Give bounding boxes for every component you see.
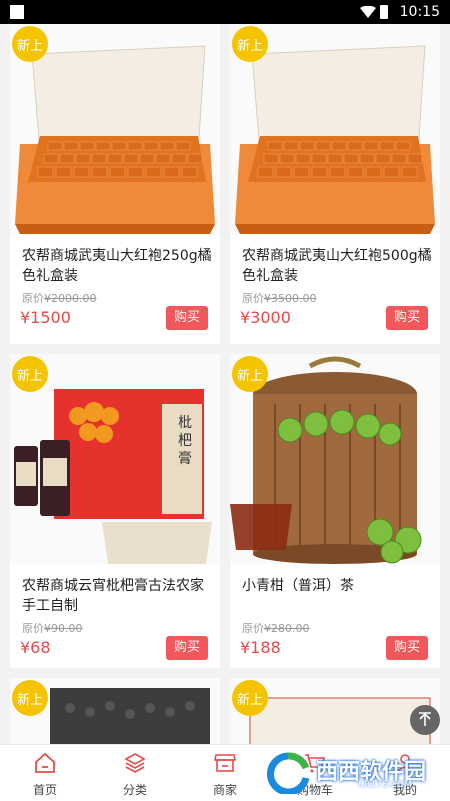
- product-card[interactable]: 新上: [10, 678, 220, 744]
- back-to-top-button[interactable]: [410, 705, 440, 735]
- new-badge: 新上: [12, 356, 48, 392]
- battery-icon: [380, 5, 388, 19]
- watermark-logo-icon: [266, 752, 310, 794]
- tab-label: 首页: [32, 783, 57, 797]
- product-card[interactable]: 新上 小青柑（普洱）茶 原价¥280.00 ¥188 购买: [230, 354, 440, 668]
- status-bar: 10:15: [0, 0, 450, 24]
- product-card[interactable]: 新上: [230, 678, 440, 744]
- sale-price: ¥188: [240, 638, 281, 657]
- store-icon: [214, 754, 236, 772]
- watermark-subtext: CR173.COM: [358, 780, 412, 790]
- product-title[interactable]: 农帮商城武夷山大红袍500g橘色礼盒装: [242, 246, 432, 286]
- syrup-box-label: 枇杷膏: [178, 415, 192, 467]
- product-grid[interactable]: 新上 农帮商城武夷山大红袍250g橘色礼盒装 原价¥2000.00 ¥1500 …: [0, 24, 450, 744]
- original-price: 原价¥90.00: [22, 622, 83, 635]
- product-card[interactable]: 新上 农帮商城武夷山大红袍250g橘色礼盒装 原价¥2000.00 ¥1500 …: [10, 24, 220, 344]
- product-card[interactable]: 新上 农帮商城武夷山大红袍500g橘色礼盒装 原价¥3500.00 ¥3000 …: [230, 24, 440, 344]
- buy-button[interactable]: 购买: [166, 306, 208, 330]
- tab-merchant[interactable]: 商家: [180, 745, 270, 801]
- wifi-icon: [360, 6, 376, 18]
- sale-price: ¥1500: [20, 308, 71, 327]
- arrow-up-icon: [419, 712, 431, 726]
- product-title[interactable]: 农帮商城武夷山大红袍250g橘色礼盒装: [22, 246, 212, 286]
- tab-label: 分类: [122, 783, 147, 797]
- new-badge: 新上: [232, 26, 268, 62]
- new-badge: 新上: [12, 26, 48, 62]
- buy-button[interactable]: 购买: [386, 636, 428, 660]
- original-price: 原价¥2000.00: [22, 292, 97, 305]
- original-price: 原价¥280.00: [242, 622, 310, 635]
- product-card[interactable]: 枇杷膏 新上 农帮商城云宵枇杷膏古法农家手工自制 原价¥90.00 ¥68 购买: [10, 354, 220, 668]
- buy-button[interactable]: 购买: [386, 306, 428, 330]
- tab-category[interactable]: 分类: [90, 745, 180, 801]
- new-badge: 新上: [12, 680, 48, 716]
- site-watermark: 西西软件园 CR173.COM: [258, 750, 444, 794]
- sale-price: ¥68: [20, 638, 51, 657]
- original-price: 原价¥3500.00: [242, 292, 317, 305]
- tab-label: 商家: [212, 783, 237, 797]
- buy-button[interactable]: 购买: [166, 636, 208, 660]
- product-title[interactable]: 农帮商城云宵枇杷膏古法农家手工自制: [22, 576, 212, 616]
- tab-home[interactable]: 首页: [0, 745, 90, 801]
- home-icon: [35, 752, 55, 773]
- clock: 10:15: [399, 4, 440, 20]
- layers-icon: [124, 753, 146, 773]
- new-badge: 新上: [232, 680, 268, 716]
- sale-price: ¥3000: [240, 308, 291, 327]
- product-title[interactable]: 小青柑（普洱）茶: [242, 576, 432, 596]
- new-badge: 新上: [232, 356, 268, 392]
- notification-icon: [10, 5, 24, 19]
